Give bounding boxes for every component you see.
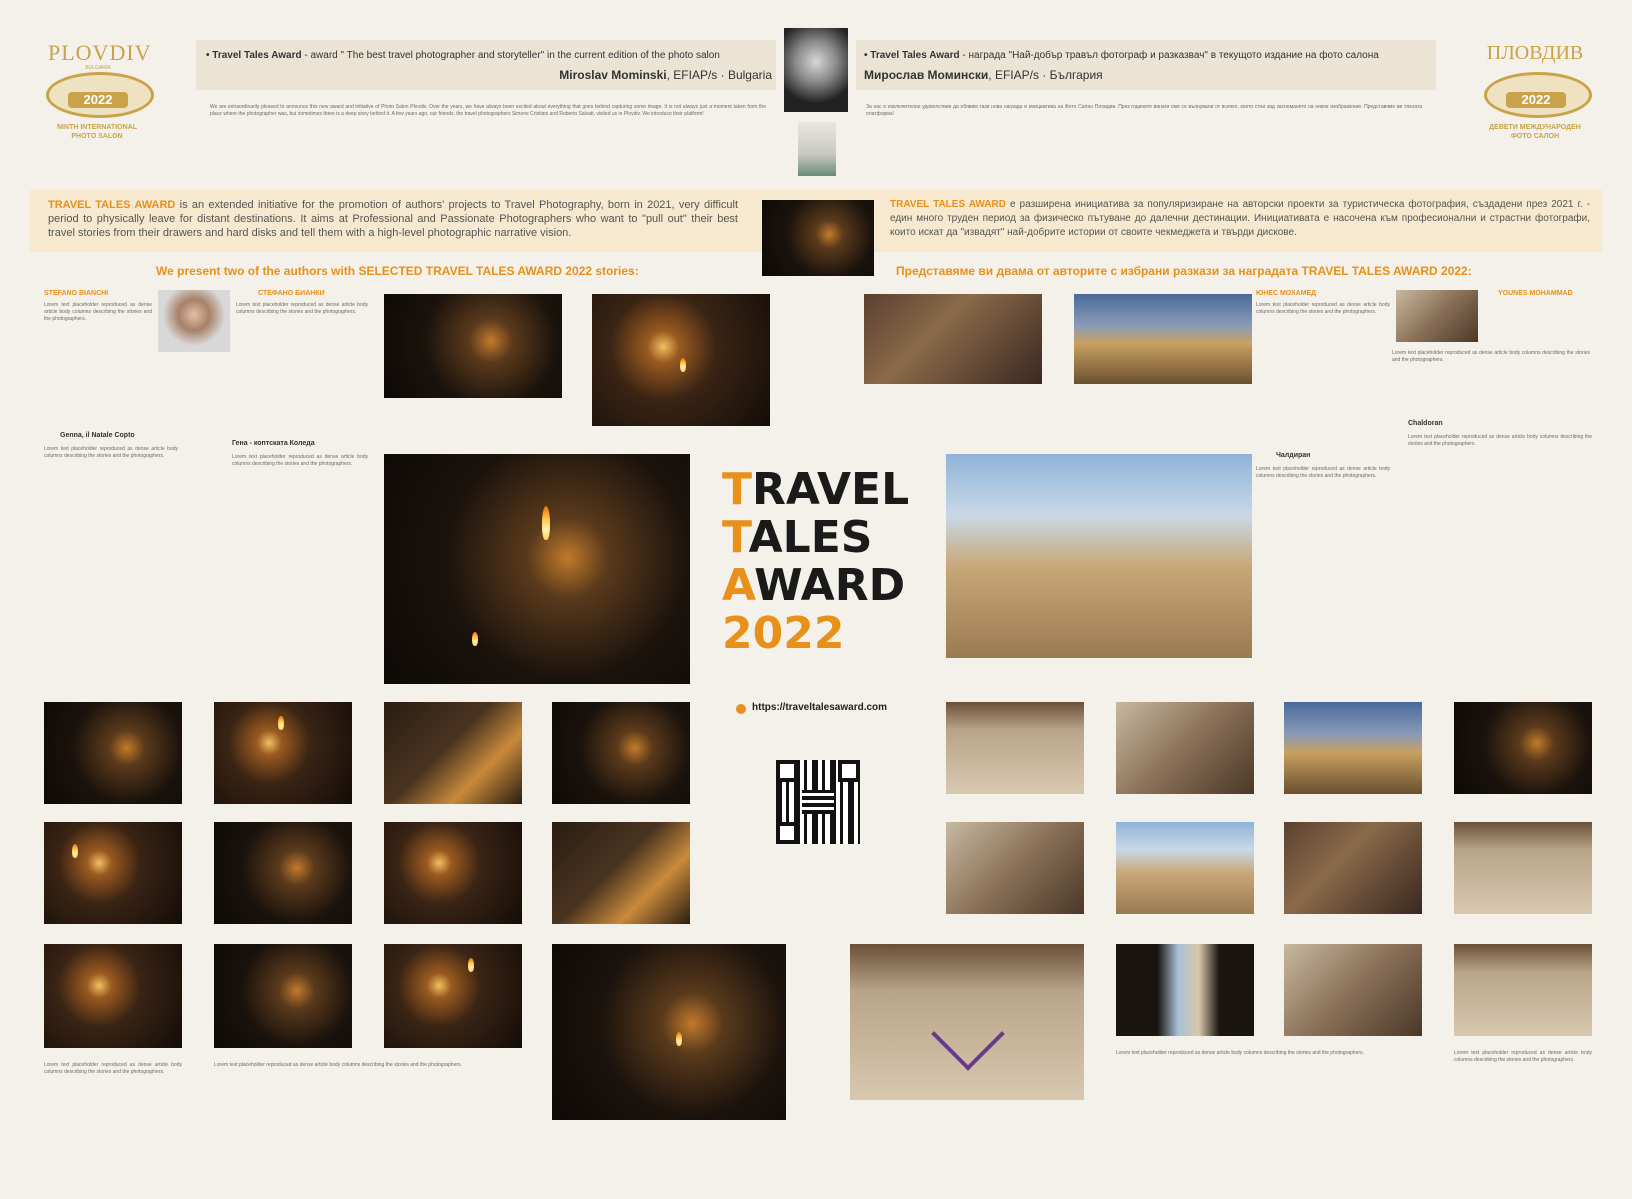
plovdiv-logo-bg: ПЛОВДИВ 2022 ДЕВЕТИ МЕЖДУНАРОДЕН ФОТО СА… xyxy=(1476,38,1594,142)
author2-story-en: Chaldoran xyxy=(1408,420,1443,427)
photo-crowd-candles xyxy=(384,454,690,684)
present-bg: Представяме ви двама от авторите с избра… xyxy=(896,264,1472,278)
gallery-2-1 xyxy=(44,822,182,924)
gallery-b-2-3 xyxy=(1284,822,1422,914)
gallery-b-2-1 xyxy=(946,822,1084,914)
book-cover xyxy=(798,122,836,176)
gallery-3-2 xyxy=(214,944,352,1048)
gallery-1-1 xyxy=(44,702,182,804)
author2-bio-en: Lorem text placeholder reproduced as den… xyxy=(1392,350,1590,363)
photo-procession xyxy=(384,294,562,398)
gallery-b-2-2 xyxy=(1116,822,1254,914)
gallery-1-2 xyxy=(214,702,352,804)
title-ales: ALES xyxy=(748,512,873,563)
award-label-en: • Travel Tales Award xyxy=(206,50,302,61)
tta-title: TRAVEL TALES AWARD 2022 xyxy=(722,466,922,658)
present-en: We present two of the authors with SELEC… xyxy=(156,264,639,278)
logo-city: PLOVDIV xyxy=(48,40,152,65)
header-band-bg xyxy=(856,40,1436,90)
gallery-b-1-4 xyxy=(1454,702,1592,794)
title-t1: T xyxy=(722,464,753,515)
photo-two-men xyxy=(864,294,1042,384)
tta-thumb xyxy=(762,200,874,276)
author2-name-en: YOUNES MOHAMMAD xyxy=(1498,290,1573,297)
award-desc-en: - award " The best travel photographer a… xyxy=(304,50,720,61)
author2-bio-bg: Lorem text placeholder reproduced as den… xyxy=(1256,302,1390,315)
author1-text-bg: Lorem text placeholder reproduced as den… xyxy=(232,454,368,467)
gallery-1-4 xyxy=(552,702,690,804)
gallery-3-3 xyxy=(384,944,522,1048)
gallery-b-3-2 xyxy=(1116,944,1254,1036)
gallery-b-1-2 xyxy=(1116,702,1254,794)
gallery-3-1 xyxy=(44,944,182,1048)
author1-portrait xyxy=(158,290,230,352)
gallery-b-1-1 xyxy=(946,702,1084,794)
gallery-b-3-4 xyxy=(1454,944,1592,1036)
logo-caption-bg-2: ФОТО САЛОН xyxy=(1510,133,1560,140)
title-ravel: RAVEL xyxy=(752,464,910,515)
author1-text-en: Lorem text placeholder reproduced as den… xyxy=(44,446,178,459)
author2-bottom-en: Lorem text placeholder reproduced as den… xyxy=(1454,1050,1592,1063)
logo-caption-bg-1: ДЕВЕТИ МЕЖДУНАРОДЕН xyxy=(1489,124,1581,131)
author2-story-bg: Чалдиран xyxy=(1276,452,1311,459)
gallery-3-4 xyxy=(552,944,786,1120)
photo-village-woman xyxy=(946,454,1252,658)
winner-portrait xyxy=(784,28,848,112)
author1-story-bg: Гена - коптската Коледа xyxy=(232,440,315,447)
logo-caption-1: NINTH INTERNATIONAL xyxy=(57,124,137,131)
winner-name-en: Miroslav Mominski xyxy=(559,68,667,82)
gallery-1-3 xyxy=(384,702,522,804)
winner-title-bg: , EFIAP/s · България xyxy=(988,68,1103,82)
winner-title-en: , EFIAP/s · Bulgaria xyxy=(666,68,772,82)
gallery-b-1-3 xyxy=(1284,702,1422,794)
plovdiv-logo: PLOVDIV BULGARIA 2022 NINTH INTERNATIONA… xyxy=(38,38,156,142)
gallery-2-4 xyxy=(552,822,690,924)
logo-year-bg: 2022 xyxy=(1506,92,1566,108)
qr-code[interactable] xyxy=(776,760,860,844)
award-label-bg: • Travel Tales Award xyxy=(864,50,960,61)
author1-bottom-bg: Lorem text placeholder reproduced as den… xyxy=(214,1062,462,1068)
logo-caption-2: PHOTO SALON xyxy=(71,133,123,140)
award-desc-bg: - награда "Най-добър травъл фотограф и р… xyxy=(962,50,1379,61)
title-t2: T xyxy=(722,512,749,563)
logo-country: BULGARIA xyxy=(85,65,111,71)
intro-bg: За нас е изключително удоволствие да обя… xyxy=(866,104,1422,117)
title-year: 2022 xyxy=(722,608,845,659)
logo-city-bg: ПЛОВДИВ xyxy=(1486,42,1584,64)
photo-heart-ceiling xyxy=(850,944,1084,1100)
header-band-en xyxy=(196,40,776,90)
winner-bg: Мирослав Момински, EFIAP/s · България xyxy=(864,68,1430,82)
tta-label-bg: TRAVEL TALES AWARD xyxy=(890,199,1006,210)
tta-bg: TRAVEL TALES AWARD е разширена инициатив… xyxy=(890,198,1590,240)
author2-name-bg: ЮНЕС МОХАМЕД xyxy=(1256,290,1317,297)
gallery-2-2 xyxy=(214,822,352,924)
gallery-b-3-3 xyxy=(1284,944,1422,1036)
author1-name-bg: СТЕФАНО БИАНКИ xyxy=(258,290,325,297)
author1-name-en: STEFANO BIANCHI xyxy=(44,290,109,297)
author1-bio-bg: Lorem text placeholder reproduced as den… xyxy=(236,302,368,315)
header-bg: • Travel Tales Award - награда "Най-добъ… xyxy=(864,50,1430,61)
intro-en: We are extraordinarily pleased to announ… xyxy=(210,104,766,117)
author1-bottom-en: Lorem text placeholder reproduced as den… xyxy=(44,1062,182,1075)
tta-en: TRAVEL TALES AWARD is an extended initia… xyxy=(48,198,738,240)
link-icon xyxy=(736,704,746,714)
gallery-b-2-4 xyxy=(1454,822,1592,914)
author2-bottom-bg: Lorem text placeholder reproduced as den… xyxy=(1116,1050,1364,1056)
website-link[interactable]: https://traveltalesaward.com xyxy=(752,702,887,713)
tta-label-en: TRAVEL TALES AWARD xyxy=(48,199,176,211)
author1-bio-en: Lorem text placeholder reproduced as den… xyxy=(44,302,152,322)
header-en: • Travel Tales Award - award " The best … xyxy=(206,50,772,61)
author2-text-en: Lorem text placeholder reproduced as den… xyxy=(1408,434,1592,447)
author2-portrait xyxy=(1396,290,1478,342)
title-a: A xyxy=(722,560,755,611)
author1-story-en: Genna, il Natale Copto xyxy=(60,432,135,439)
photo-reading-candle xyxy=(592,294,770,426)
photo-sheep-hills xyxy=(1074,294,1252,384)
winner-en: Miroslav Mominski, EFIAP/s · Bulgaria xyxy=(206,68,772,82)
gallery-2-3 xyxy=(384,822,522,924)
winner-name-bg: Мирослав Момински xyxy=(864,68,989,82)
author2-text-bg: Lorem text placeholder reproduced as den… xyxy=(1256,466,1390,479)
logo-year: 2022 xyxy=(68,92,128,108)
title-ward: WARD xyxy=(754,560,906,611)
